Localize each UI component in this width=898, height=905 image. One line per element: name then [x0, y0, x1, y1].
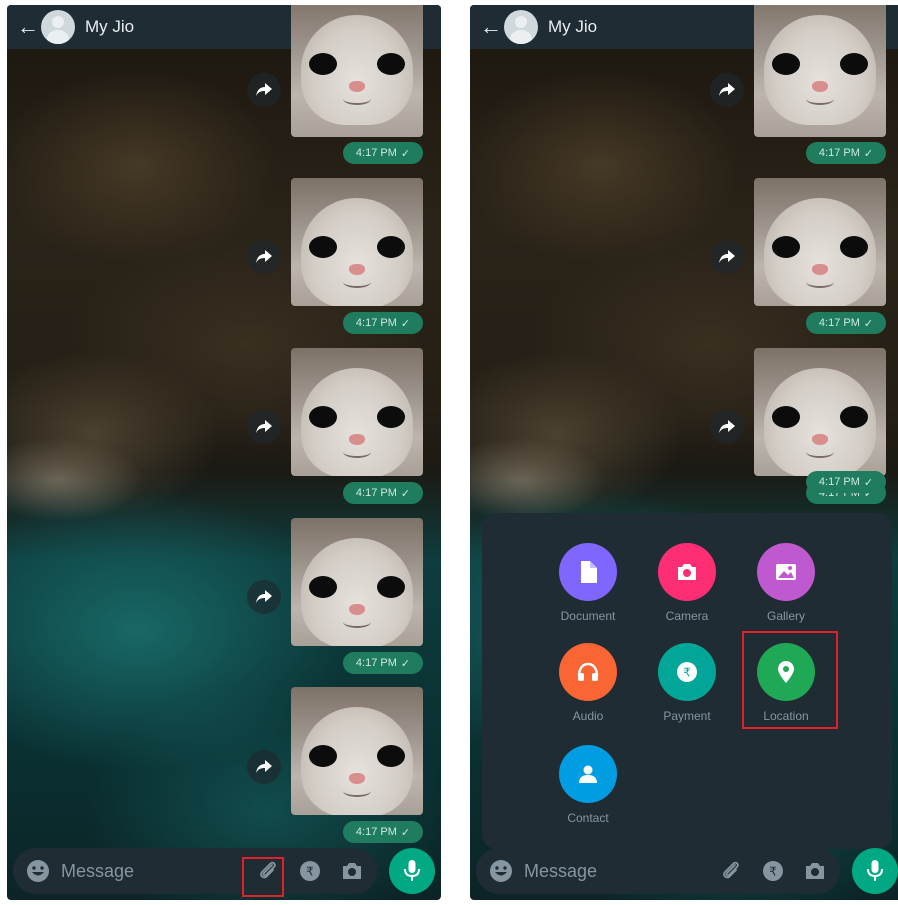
- svg-text:₹: ₹: [683, 666, 691, 680]
- avatar[interactable]: [41, 10, 75, 44]
- attach-audio-option[interactable]: Audio: [538, 643, 638, 723]
- back-arrow-icon[interactable]: ←: [17, 14, 39, 40]
- cat-image[interactable]: [291, 5, 423, 137]
- message-input-bar: Message ₹: [476, 848, 840, 894]
- gallery-icon: [757, 543, 815, 601]
- forward-icon[interactable]: [247, 750, 281, 784]
- mic-button[interactable]: [389, 848, 435, 894]
- camera-icon: [658, 543, 716, 601]
- attach-payment-option[interactable]: ₹ Payment: [637, 643, 737, 723]
- cat-image[interactable]: [291, 518, 423, 646]
- cat-image[interactable]: [754, 348, 886, 476]
- image-message[interactable]: 4:17 PM ✓: [754, 178, 886, 334]
- image-message[interactable]: 4:17 PM ✓: [754, 5, 886, 164]
- attach-option-label: Document: [560, 609, 616, 623]
- message-timestamp: 4:17 PM ✓: [343, 312, 423, 334]
- attach-option-label: Gallery: [766, 609, 805, 623]
- emoji-icon[interactable]: [488, 858, 514, 884]
- cat-image[interactable]: [754, 178, 886, 306]
- rupee-payment-icon[interactable]: ₹: [297, 858, 323, 884]
- attachment-menu: Document Camera Gallery Audio ₹ Payment …: [482, 513, 892, 849]
- camera-icon[interactable]: [339, 858, 365, 884]
- svg-text:₹: ₹: [769, 865, 777, 879]
- attach-document-option[interactable]: Document: [538, 543, 638, 623]
- message-timestamp: 4:17 PM ✓: [806, 471, 886, 493]
- forward-icon[interactable]: [710, 73, 744, 107]
- message-input[interactable]: Message: [524, 861, 702, 882]
- cat-image[interactable]: [291, 348, 423, 476]
- location-highlight-box: [742, 631, 838, 729]
- message-input-bar: Message ₹: [13, 848, 377, 894]
- attach-contact-option[interactable]: Contact: [538, 745, 638, 825]
- image-message[interactable]: 4:17 PM ✓: [291, 178, 423, 334]
- image-message[interactable]: 4:17 PM ✓: [291, 518, 423, 674]
- cat-image[interactable]: [291, 687, 423, 815]
- image-message[interactable]: 4:17 PM ✓: [291, 687, 423, 843]
- attach-gallery-option[interactable]: Gallery: [736, 543, 836, 623]
- rupee-payment-icon[interactable]: ₹: [760, 858, 786, 884]
- svg-text:₹: ₹: [306, 865, 314, 879]
- mic-button[interactable]: [852, 848, 898, 894]
- message-timestamp: 4:17 PM ✓: [343, 652, 423, 674]
- forward-icon[interactable]: [710, 240, 744, 274]
- forward-icon[interactable]: [247, 73, 281, 107]
- back-arrow-icon[interactable]: ←: [480, 14, 502, 40]
- attach-highlight-box: [242, 857, 284, 897]
- cat-image[interactable]: [291, 178, 423, 306]
- message-input[interactable]: Message: [61, 861, 239, 882]
- camera-icon[interactable]: [802, 858, 828, 884]
- headphones-icon: [559, 643, 617, 701]
- attach-option-label: Camera: [665, 609, 709, 623]
- forward-icon[interactable]: [247, 580, 281, 614]
- attach-icon[interactable]: [718, 858, 744, 884]
- image-message[interactable]: 4:17 PM ✓: [291, 348, 423, 504]
- image-message[interactable]: 4:17 PM ✓: [754, 348, 886, 504]
- chat-title[interactable]: My Jio: [548, 17, 762, 37]
- forward-icon[interactable]: [247, 240, 281, 274]
- message-timestamp: 4:17 PM ✓: [343, 142, 423, 164]
- forward-icon[interactable]: [247, 410, 281, 444]
- document-icon: [559, 543, 617, 601]
- message-timestamp: 4:17 PM ✓: [343, 821, 423, 843]
- attach-option-label: Contact: [567, 811, 609, 825]
- avatar[interactable]: [504, 10, 538, 44]
- contact-icon: [559, 745, 617, 803]
- image-message[interactable]: 4:17 PM ✓: [754, 459, 886, 493]
- emoji-icon[interactable]: [25, 858, 51, 884]
- image-message[interactable]: 4:17 PM ✓: [291, 5, 423, 164]
- chat-screen-right: ← My Jio 4:17 PM ✓ 4:17 PM ✓ 4:17 PM ✓ 4…: [470, 5, 898, 900]
- attach-option-label: Payment: [663, 709, 711, 723]
- message-timestamp: 4:17 PM ✓: [343, 482, 423, 504]
- chat-title[interactable]: My Jio: [85, 17, 299, 37]
- cat-image[interactable]: [754, 5, 886, 137]
- chat-screen-left: ← My Jio 4:17 PM ✓ 4:17 PM ✓ 4:17 PM ✓ 4…: [7, 5, 441, 900]
- message-timestamp: 4:17 PM ✓: [806, 142, 886, 164]
- rupee-icon: ₹: [658, 643, 716, 701]
- attach-option-label: Audio: [572, 709, 604, 723]
- message-timestamp: 4:17 PM ✓: [806, 312, 886, 334]
- forward-icon[interactable]: [710, 410, 744, 444]
- screenshot-comparison: ← My Jio 4:17 PM ✓ 4:17 PM ✓ 4:17 PM ✓ 4…: [0, 0, 898, 905]
- attach-camera-option[interactable]: Camera: [637, 543, 737, 623]
